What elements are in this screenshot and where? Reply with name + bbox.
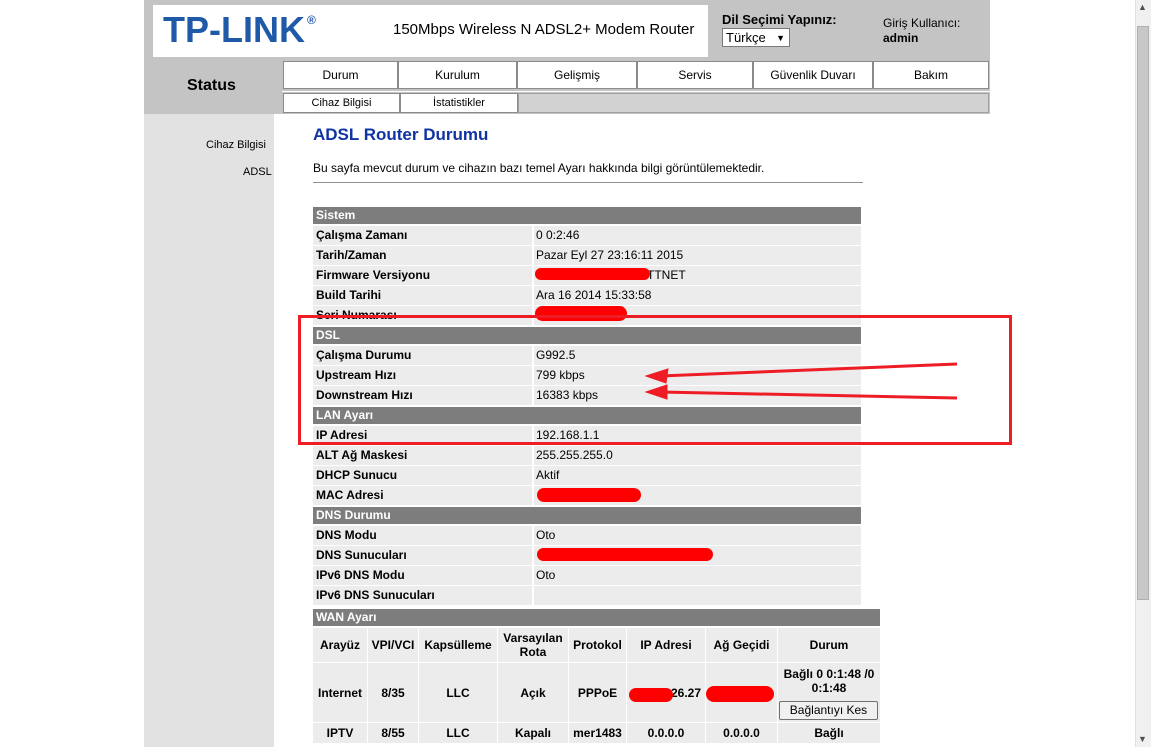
highlight-box xyxy=(298,315,1012,445)
user-name: admin xyxy=(883,31,919,45)
wan-header-protokol: Protokol xyxy=(569,628,626,662)
table-row: Çalışma Zamanı 0 0:2:46 xyxy=(313,226,861,245)
table-row: IPv6 DNS Modu Oto xyxy=(313,566,861,585)
subnav-filler xyxy=(518,93,989,113)
table-row: Tarih/Zaman Pazar Eyl 27 23:16:11 2015 xyxy=(313,246,861,265)
redaction-mark xyxy=(706,686,774,702)
status-label: Status xyxy=(187,77,236,94)
table-row: IPv6 DNS Sunucuları xyxy=(313,586,861,605)
wan-cell-gw: 0.0.0.0 xyxy=(706,723,777,743)
page-title: ADSL Router Durumu xyxy=(313,125,489,144)
divider xyxy=(313,182,863,183)
tab-gelismis[interactable]: Gelişmiş xyxy=(517,61,637,89)
model-name: 150Mbps Wireless N ADSL2+ Modem Router xyxy=(393,21,695,38)
user-label: Giriş Kullanıcı: xyxy=(883,16,961,30)
scrollbar-thumb[interactable] xyxy=(1137,26,1149,600)
scroll-up-arrow-icon[interactable]: ▲ xyxy=(1138,2,1147,12)
wan-header-ip: IP Adresi xyxy=(627,628,705,662)
page-description: Bu sayfa mevcut durum ve cihazın bazı te… xyxy=(313,161,765,175)
wan-header-arayuz: Arayüz xyxy=(313,628,367,662)
language-select[interactable]: Türkçe ▼ xyxy=(722,28,790,47)
redaction-mark xyxy=(629,688,673,702)
wan-cell-vpi: 8/35 xyxy=(368,663,418,722)
redaction-mark xyxy=(537,488,641,502)
wan-cell-vpi: 8/55 xyxy=(368,723,418,743)
chevron-down-icon: ▼ xyxy=(776,33,785,43)
section-sistem: Sistem xyxy=(313,207,861,224)
subtab-cihaz-bilgisi[interactable]: Cihaz Bilgisi xyxy=(283,93,400,113)
wan-cell-protokol: PPPoE xyxy=(569,663,626,722)
sidebar-item-cihaz-bilgisi[interactable]: Cihaz Bilgisi xyxy=(206,139,266,151)
disconnect-button[interactable]: Bağlantıyı Kes xyxy=(779,701,878,720)
wan-cell-kaps: LLC xyxy=(419,663,497,722)
wan-header-vpi: VPI/VCI xyxy=(368,628,418,662)
scroll-down-arrow-icon[interactable]: ▼ xyxy=(1138,734,1147,744)
wan-cell-arayuz: Internet xyxy=(313,663,367,722)
connection-status: Bağlı 0 0:1:48 /0 0:1:48 xyxy=(783,667,875,695)
section-wan: WAN Ayarı xyxy=(313,609,880,626)
wan-cell-rota: Açık xyxy=(498,663,568,722)
wan-cell-kaps: LLC xyxy=(419,723,497,743)
wan-header-durum: Durum xyxy=(778,628,880,662)
wan-header-gw: Ağ Geçidi xyxy=(706,628,777,662)
section-dns: DNS Durumu xyxy=(313,507,861,524)
tab-guvenlik-duvari[interactable]: Güvenlik Duvarı xyxy=(753,61,873,89)
language-label: Dil Seçimi Yapınız: xyxy=(722,12,837,27)
wan-header-rota: Varsayılan Rota xyxy=(498,628,568,662)
redaction-mark xyxy=(537,548,713,561)
tp-link-logo: TP-LINK ® xyxy=(163,9,316,50)
tab-servis[interactable]: Servis xyxy=(637,61,753,89)
table-row: DNS Modu Oto xyxy=(313,526,861,545)
tab-bakim[interactable]: Bakım xyxy=(873,61,989,89)
sidebar xyxy=(144,114,274,747)
table-row: Build Tarihi Ara 16 2014 15:33:58 xyxy=(313,286,861,305)
wan-cell-arayuz: IPTV xyxy=(313,723,367,743)
wan-cell-durum: Bağlı xyxy=(778,723,880,743)
table-row: ALT Ağ Maskesi 255.255.255.0 xyxy=(313,446,861,465)
tab-durum[interactable]: Durum xyxy=(283,61,398,89)
table-row: DHCP Sunucu Aktif xyxy=(313,466,861,485)
wan-cell-protokol: mer1483 xyxy=(569,723,626,743)
wan-header-kapsulleme: Kapsülleme xyxy=(419,628,497,662)
sidebar-item-adsl[interactable]: ADSL xyxy=(243,166,272,178)
redaction-mark xyxy=(535,268,650,280)
subtab-istatistikler[interactable]: İstatistikler xyxy=(400,93,518,113)
logo-panel: TP-LINK ® 150Mbps Wireless N ADSL2+ Modem… xyxy=(153,5,708,57)
tab-kurulum[interactable]: Kurulum xyxy=(398,61,517,89)
wan-cell-rota: Kapalı xyxy=(498,723,568,743)
wan-cell-ip: 0.0.0.0 xyxy=(627,723,705,743)
